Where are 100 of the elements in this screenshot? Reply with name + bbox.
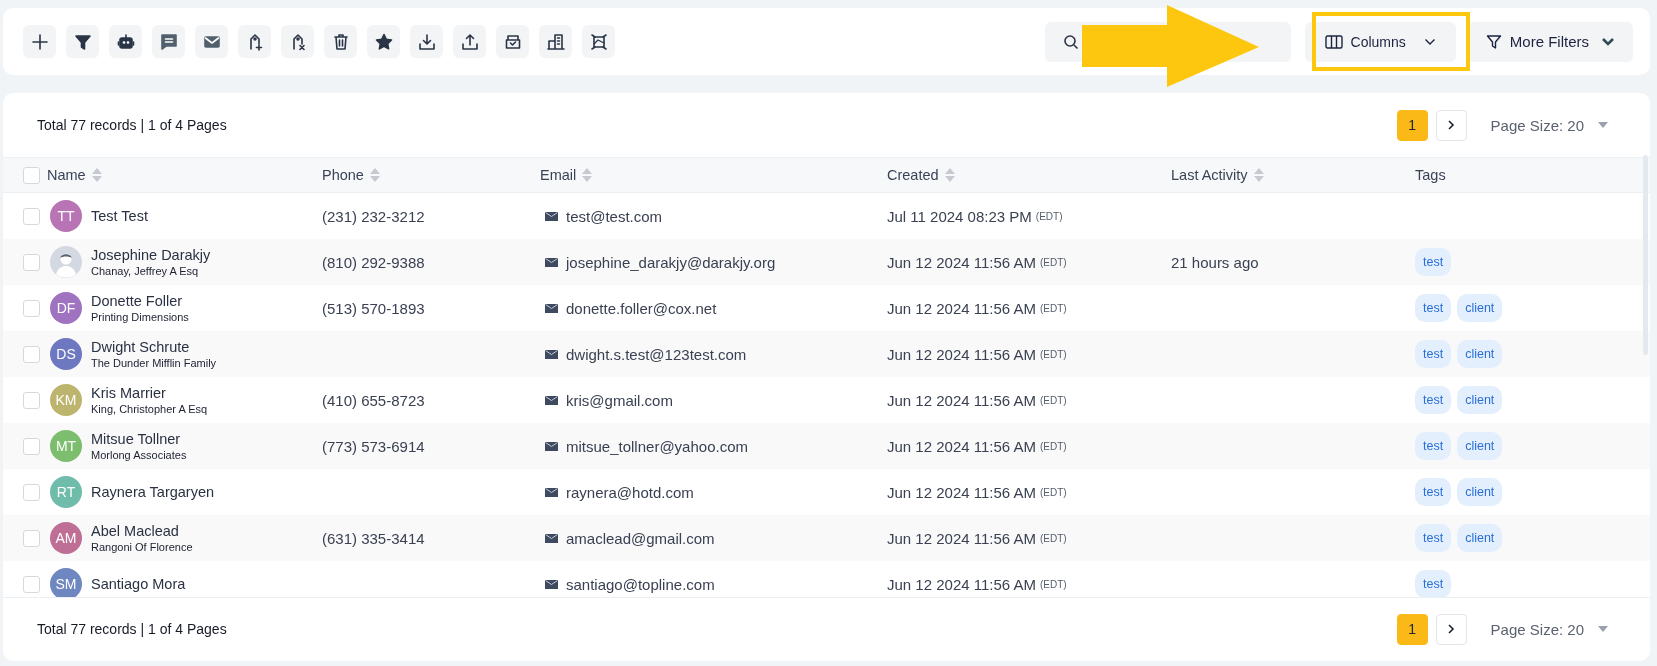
email-address[interactable]: mitsue_tollner@yahoo.com [566, 437, 748, 455]
row-checkbox[interactable] [23, 253, 40, 271]
envelope-icon [545, 579, 558, 589]
record-summary: Total 77 records | 1 of 4 Pages [37, 621, 227, 637]
email-address[interactable]: santiago@topline.com [566, 575, 715, 593]
envelope-icon [545, 349, 558, 359]
page-button[interactable]: 1 [1396, 109, 1428, 141]
robot-icon [115, 31, 136, 52]
import-button[interactable] [410, 25, 443, 58]
row-checkbox[interactable] [23, 575, 40, 593]
add-button[interactable] [23, 25, 56, 58]
select-all-checkbox[interactable] [23, 166, 40, 184]
frame-icon [588, 31, 609, 52]
upload-icon [459, 31, 480, 52]
contact-name[interactable]: Kris Marrier [91, 385, 208, 401]
contact-name[interactable]: Dwight Schrute [91, 339, 217, 355]
row-checkbox[interactable] [23, 437, 40, 455]
tag[interactable]: client [1457, 432, 1503, 460]
column-header[interactable]: Name [47, 167, 102, 183]
phone-number: (231) 232-3212 [322, 207, 425, 225]
contact-name[interactable]: Abel Maclead [91, 523, 193, 539]
star-icon [373, 31, 394, 52]
record-summary: Total 77 records | 1 of 4 Pages [37, 117, 227, 133]
contact-name[interactable]: Raynera Targaryen [91, 484, 215, 500]
company-name: Printing Dimensions [91, 311, 189, 323]
row-checkbox[interactable] [23, 345, 40, 363]
phone-number: (513) 570-1893 [322, 299, 425, 317]
next-page-button[interactable] [1435, 613, 1467, 645]
message-button[interactable] [152, 25, 185, 58]
email-address[interactable]: raynera@hotd.com [566, 483, 694, 501]
row-checkbox[interactable] [23, 299, 40, 317]
created-date: Jun 12 2024 11:56 AM [887, 345, 1036, 363]
export-button[interactable] [453, 25, 486, 58]
tag[interactable]: test [1415, 248, 1452, 276]
tag[interactable]: client [1457, 524, 1503, 552]
row-checkbox[interactable] [23, 391, 40, 409]
column-header[interactable]: Last Activity [1171, 167, 1264, 183]
tag[interactable]: test [1415, 478, 1452, 506]
email-address[interactable]: test@test.com [566, 207, 663, 225]
email-address[interactable]: dwight.s.test@123test.com [566, 345, 747, 363]
tag[interactable]: test [1415, 570, 1452, 597]
column-header[interactable]: Tags [1415, 167, 1446, 183]
caret-down-icon [1598, 626, 1608, 632]
avatar: SM [50, 568, 82, 597]
email-button[interactable] [195, 25, 228, 58]
email-address[interactable]: donette.foller@cox.net [566, 299, 717, 317]
tag[interactable]: client [1457, 386, 1503, 414]
column-header[interactable]: Created [887, 167, 955, 183]
more-filters-button[interactable]: More Filters [1467, 21, 1633, 62]
column-header[interactable]: Phone [322, 167, 380, 183]
favorite-button[interactable] [367, 25, 400, 58]
phone-number: (410) 655-8723 [322, 391, 425, 409]
automation-button[interactable] [109, 25, 142, 58]
filter-icon [1485, 33, 1502, 50]
company-button[interactable] [539, 25, 572, 58]
add-tag-button[interactable] [238, 25, 271, 58]
tag[interactable]: client [1457, 294, 1503, 322]
column-header[interactable]: Email [540, 167, 593, 183]
caret-down-icon [1598, 122, 1608, 128]
row-checkbox[interactable] [23, 207, 40, 225]
email-address[interactable]: amaclead@gmail.com [566, 529, 715, 547]
sort-icon [944, 168, 955, 182]
inbox-button[interactable] [496, 25, 529, 58]
row-checkbox[interactable] [23, 483, 40, 501]
next-page-button[interactable] [1435, 109, 1467, 141]
avatar: AM [50, 522, 82, 554]
delete-button[interactable] [324, 25, 357, 58]
frame-button[interactable] [582, 25, 615, 58]
tag[interactable]: client [1457, 478, 1503, 506]
building-icon [545, 31, 566, 52]
sort-icon [369, 168, 380, 182]
phone-number: (773) 573-6914 [322, 437, 425, 455]
tag[interactable]: test [1415, 524, 1452, 552]
tag[interactable]: client [1457, 340, 1503, 368]
columns-button[interactable]: Columns [1304, 21, 1456, 62]
contact-name[interactable]: Donette Foller [91, 293, 189, 309]
email-address[interactable]: kris@gmail.com [566, 391, 673, 409]
contact-name[interactable]: Mitsue Tollner [91, 431, 187, 447]
envelope-icon [545, 533, 558, 543]
page-button[interactable]: 1 [1396, 613, 1428, 645]
filter-button[interactable] [66, 25, 99, 58]
page-size-dropdown[interactable]: Page Size: 20 [1490, 620, 1608, 638]
timezone: (EDT) [1040, 394, 1067, 406]
tag[interactable]: test [1415, 340, 1452, 368]
row-checkbox[interactable] [23, 529, 40, 547]
scrollbar-thumb[interactable] [1643, 155, 1648, 355]
tag[interactable]: test [1415, 386, 1452, 414]
contact-name[interactable]: Test Test [91, 208, 148, 224]
timezone: (EDT) [1040, 348, 1067, 360]
tag[interactable]: test [1415, 294, 1452, 322]
email-address[interactable]: josephine_darakjy@darakjy.org [566, 253, 776, 271]
tag[interactable]: test [1415, 432, 1452, 460]
avatar: KM [50, 384, 82, 416]
company-name: The Dunder Mifflin Family [91, 357, 217, 369]
contact-name[interactable]: Josephine Darakjy [91, 247, 211, 263]
page-size-dropdown[interactable]: Page Size: 20 [1490, 116, 1608, 134]
avatar: DS [50, 338, 82, 370]
avatar: MT [50, 430, 82, 462]
contact-name[interactable]: Santiago Mora [91, 576, 186, 592]
remove-tag-button[interactable] [281, 25, 314, 58]
